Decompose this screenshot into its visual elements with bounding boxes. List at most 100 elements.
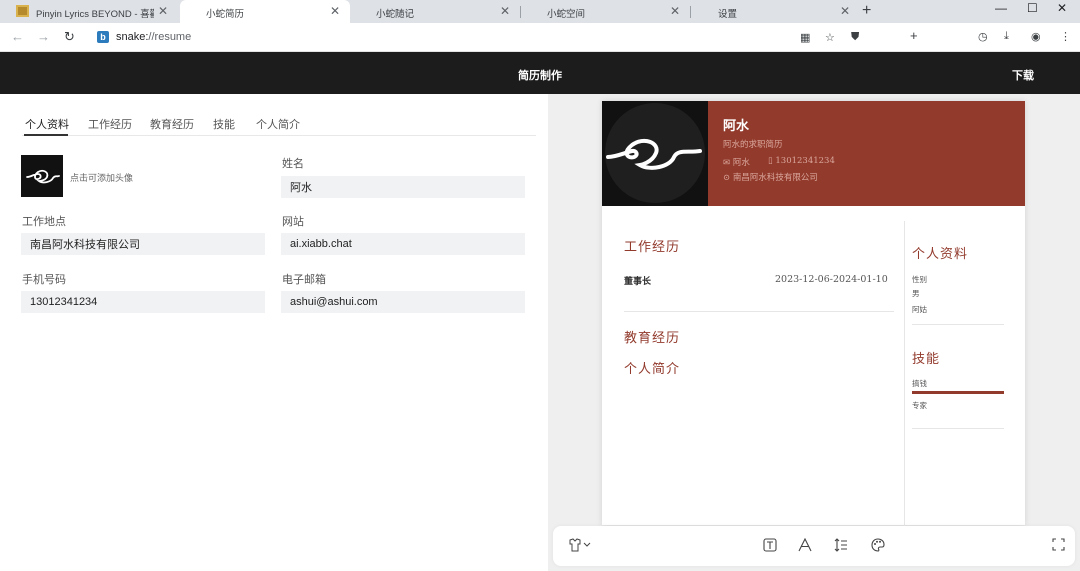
browser-tab-strip: Pinyin Lyrics BEYOND - 喜歡... ✕ 小蛇简历 ✕ 小蛇… xyxy=(0,0,1080,23)
reload-icon[interactable]: ↻ xyxy=(64,29,75,45)
education-section-title: 教育经历 xyxy=(624,331,681,346)
browser-tab-pinyin[interactable]: Pinyin Lyrics BEYOND - 喜歡... ✕ xyxy=(0,0,178,23)
close-tab-icon[interactable]: ✕ xyxy=(840,4,850,18)
resume-name: 阿水 xyxy=(723,119,750,134)
line-spacing-icon[interactable] xyxy=(834,538,848,555)
resume-photo xyxy=(602,101,708,206)
avatar-hint: 点击可添加头像 xyxy=(70,173,134,183)
text-box-icon[interactable] xyxy=(763,538,777,555)
phone-text: 13012341234 xyxy=(775,156,835,166)
tab-label: 设置 xyxy=(718,9,738,20)
tab-profile[interactable]: 个人资料 xyxy=(25,116,69,132)
resume-phone: ▯ 13012341234 xyxy=(768,156,835,166)
palette-icon[interactable] xyxy=(871,538,885,555)
email-field[interactable] xyxy=(281,291,525,313)
editor-tabs: 个人资料 工作经历 教育经历 技能 个人简介 xyxy=(22,116,536,136)
maximize-icon[interactable]: ☐ xyxy=(1027,1,1038,15)
active-tab-indicator xyxy=(24,134,68,136)
grid-favicon-icon xyxy=(16,5,29,17)
resume-subtitle: 阿水的求职简历 xyxy=(723,140,783,150)
tab-label: Pinyin Lyrics BEYOND - 喜歡... xyxy=(36,9,154,20)
shield-icon[interactable]: ⛊ xyxy=(851,31,859,44)
skill-bar-fill xyxy=(912,391,1004,394)
name-field[interactable] xyxy=(281,176,525,198)
skill-bar-track xyxy=(912,391,1004,394)
job-role: 董事长 xyxy=(624,277,652,287)
site-favicon-icon: b xyxy=(97,31,109,43)
work-section-title: 工作经历 xyxy=(624,240,681,255)
url-host: snake: xyxy=(116,31,149,43)
close-tab-icon[interactable]: ✕ xyxy=(158,4,168,18)
font-icon[interactable] xyxy=(798,537,812,555)
skill-name: 搞钱 xyxy=(912,379,927,388)
fullscreen-icon[interactable] xyxy=(1052,538,1065,554)
add-extension-icon[interactable]: + xyxy=(910,28,918,43)
browser-tab-resume[interactable]: 小蛇简历 ✕ xyxy=(180,0,350,23)
new-tab-button[interactable]: + xyxy=(862,2,871,20)
preview-toolbar xyxy=(553,526,1075,566)
browser-toolbar: ← → ↻ b snake://resume ▦ ☆ ⛊ + ◷ ⤓ ◉ ⋮ xyxy=(0,23,1080,52)
avatar-upload[interactable] xyxy=(21,155,63,197)
tab-work[interactable]: 工作经历 xyxy=(88,116,132,132)
contact-name-text: 阿水 xyxy=(732,158,750,168)
browser-tab-space[interactable]: 小蛇空间 ✕ xyxy=(520,0,690,23)
gender-label: 性别 xyxy=(912,275,927,284)
profile-section-title: 个人资料 xyxy=(912,247,969,262)
qr-code-icon[interactable]: ▦ xyxy=(800,31,810,44)
history-icon[interactable]: ◷ xyxy=(978,30,988,43)
tab-skills[interactable]: 技能 xyxy=(213,116,235,132)
website-label: 网站 xyxy=(282,216,304,228)
location-pin-icon: ⊙ xyxy=(723,173,733,183)
address-bar[interactable]: b snake://resume ▦ ☆ ⛊ xyxy=(88,26,870,49)
forward-icon[interactable]: → xyxy=(37,29,50,44)
window-close-icon[interactable]: ✕ xyxy=(1057,1,1067,15)
resume-contact-name: ✉ 阿水 xyxy=(723,156,750,168)
account-icon[interactable]: ◉ xyxy=(1031,30,1041,43)
skill-level: 专家 xyxy=(912,401,927,410)
bookmark-star-icon[interactable]: ☆ xyxy=(825,31,835,44)
divider xyxy=(912,428,1004,429)
tab-label: 小蛇空间 xyxy=(547,9,586,20)
phone-field[interactable] xyxy=(21,291,265,313)
editor-panel: 个人资料 工作经历 教育经历 技能 个人简介 点击可添加头像 姓名 工作地点 网… xyxy=(0,94,548,571)
minimize-icon[interactable]: — xyxy=(995,1,1007,15)
download-button[interactable]: 下载 xyxy=(1012,67,1034,83)
website-field[interactable] xyxy=(281,233,525,255)
url-text[interactable]: snake://resume xyxy=(116,31,191,43)
tab-label: 小蛇随记 xyxy=(376,9,415,20)
location-field[interactable] xyxy=(21,233,265,255)
url-path: //resume xyxy=(148,31,192,43)
email-label: 电子邮箱 xyxy=(282,274,326,286)
location-label: 工作地点 xyxy=(22,216,66,228)
tab-label: 小蛇简历 xyxy=(206,9,245,20)
snake-logo-icon xyxy=(26,169,60,184)
resume-header: 阿水 阿水的求职简历 ✉ 阿水 ▯ 13012341234 ⊙ 南昌阿水科技有限… xyxy=(602,101,1025,206)
back-icon[interactable]: ← xyxy=(11,29,24,44)
tab-education[interactable]: 教育经历 xyxy=(150,116,194,132)
name-label: 姓名 xyxy=(282,158,304,170)
mail-icon: ✉ xyxy=(723,158,733,168)
company-text: 南昌阿水科技有限公司 xyxy=(732,173,818,183)
snake-avatar-icon xyxy=(605,103,705,203)
resume-company: ⊙ 南昌阿水科技有限公司 xyxy=(723,171,818,183)
close-tab-icon[interactable]: ✕ xyxy=(330,4,340,18)
hobby-value: 阿姑 xyxy=(912,305,927,314)
intro-section-title: 个人简介 xyxy=(624,362,681,377)
resume-preview: 阿水 阿水的求职简历 ✉ 阿水 ▯ 13012341234 ⊙ 南昌阿水科技有限… xyxy=(602,101,1025,531)
menu-dots-icon[interactable]: ⋮ xyxy=(1060,30,1071,43)
divider xyxy=(624,311,894,312)
gender-value: 男 xyxy=(912,289,920,298)
app-header: 简历制作 下载 xyxy=(0,52,1080,94)
browser-tab-settings[interactable]: 设置 ✕ xyxy=(690,0,860,23)
divider xyxy=(912,324,1004,325)
skills-section-title: 技能 xyxy=(912,352,941,367)
template-shirt-icon[interactable] xyxy=(567,538,591,555)
close-tab-icon[interactable]: ✕ xyxy=(500,4,510,18)
phone-label: 手机号码 xyxy=(22,274,66,286)
tab-intro[interactable]: 个人简介 xyxy=(256,116,300,132)
browser-tab-notes[interactable]: 小蛇随记 ✕ xyxy=(350,0,520,23)
page-title: 简历制作 xyxy=(518,70,562,82)
download-icon[interactable]: ⤓ xyxy=(1004,30,1009,43)
close-tab-icon[interactable]: ✕ xyxy=(670,4,680,18)
job-dates: 2023-12-06-2024-01-10 xyxy=(775,274,888,285)
